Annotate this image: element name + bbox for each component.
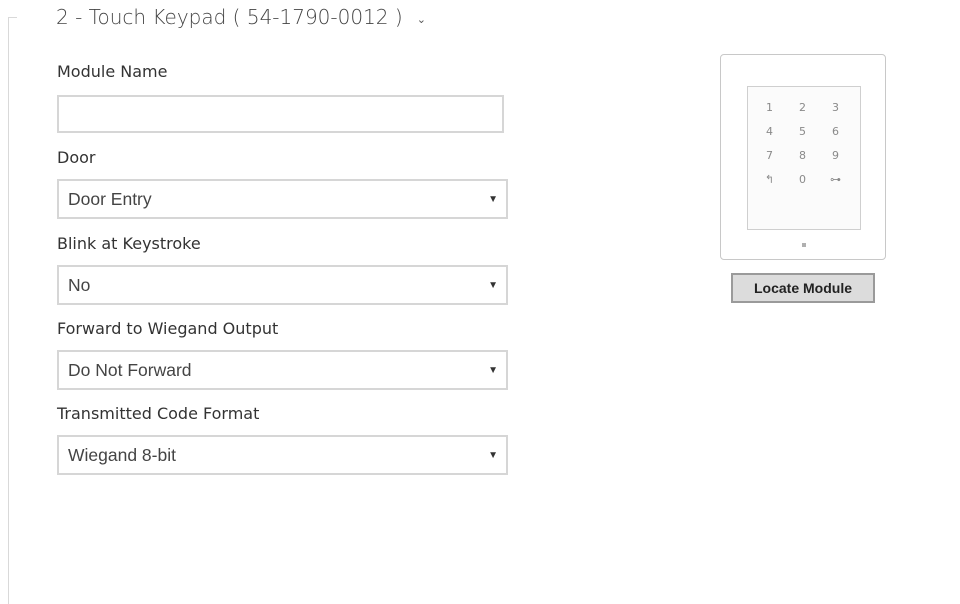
module-name-input[interactable]: [57, 95, 504, 133]
keypad-key: 2: [799, 101, 806, 114]
section-border-tick: [8, 17, 17, 18]
blink-select-value: No: [68, 274, 91, 295]
door-label: Door: [57, 148, 96, 167]
keypad-key: 6: [832, 125, 839, 138]
keypad-key: 9: [832, 149, 839, 162]
keypad-panel: 1 2 3 4 5 6 7 8 9 ↰ 0 ⊶: [747, 86, 861, 230]
module-name-label: Module Name: [57, 62, 168, 81]
forward-select[interactable]: Do Not Forward ▼: [57, 350, 508, 390]
key-icon: ⊶: [830, 173, 841, 186]
section-border: [8, 17, 9, 604]
dropdown-arrow-icon: ▼: [488, 279, 498, 291]
blink-select[interactable]: No ▼: [57, 265, 508, 305]
keypad-illustration: 1 2 3 4 5 6 7 8 9 ↰ 0 ⊶: [720, 54, 886, 260]
format-label: Transmitted Code Format: [57, 404, 260, 423]
door-select-value: Door Entry: [68, 188, 152, 209]
status-led: [802, 243, 806, 247]
dropdown-arrow-icon: ▼: [488, 193, 498, 205]
keypad-key: 7: [766, 149, 773, 162]
keypad-key: 1: [766, 101, 773, 114]
dropdown-arrow-icon: ▼: [488, 449, 498, 461]
keypad-key: 5: [799, 125, 806, 138]
keypad-key: 4: [766, 125, 773, 138]
forward-select-value: Do Not Forward: [68, 359, 192, 380]
back-arrow-icon: ↰: [764, 173, 775, 186]
blink-label: Blink at Keystroke: [57, 234, 201, 253]
keypad-key: 8: [799, 149, 806, 162]
keypad-key: 3: [832, 101, 839, 114]
locate-module-button[interactable]: Locate Module: [731, 273, 875, 303]
dropdown-arrow-icon: ▼: [488, 364, 498, 376]
door-select[interactable]: Door Entry ▼: [57, 179, 508, 219]
module-header[interactable]: 2 - Touch Keypad ( 54-1790-0012 ) ⌄: [56, 5, 426, 29]
forward-label: Forward to Wiegand Output: [57, 319, 279, 338]
module-title: 2 - Touch Keypad ( 54-1790-0012 ): [56, 5, 403, 29]
chevron-down-icon: ⌄: [416, 12, 426, 26]
keypad-key: 0: [799, 173, 806, 186]
format-select[interactable]: Wiegand 8-bit ▼: [57, 435, 508, 475]
format-select-value: Wiegand 8-bit: [68, 444, 176, 465]
keypad-keys: 1 2 3 4 5 6 7 8 9 ↰ 0 ⊶: [758, 96, 847, 192]
